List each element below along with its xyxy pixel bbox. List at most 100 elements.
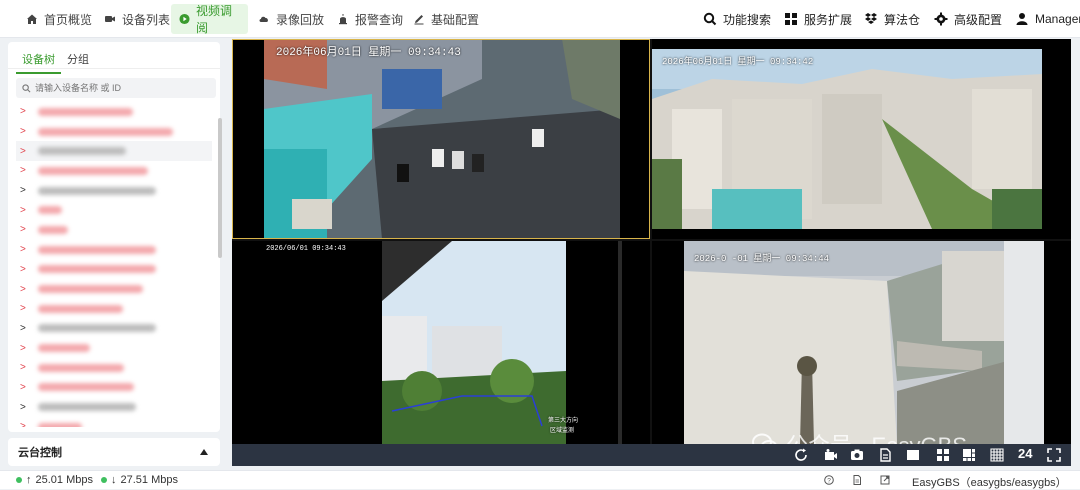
nav-user-menu[interactable]: Manager	[1007, 4, 1080, 34]
svg-text:?: ?	[827, 478, 831, 485]
fullscreen-icon[interactable]	[1047, 448, 1061, 462]
tree-node[interactable]: >	[16, 378, 212, 398]
tree-node[interactable]: >	[16, 122, 212, 142]
nav-service-extension-label: 服务扩展	[804, 12, 853, 27]
chevron-right-icon[interactable]: >	[20, 323, 28, 334]
nav-advanced-config[interactable]: 高级配置	[926, 4, 1010, 34]
chevron-right-icon[interactable]: >	[20, 205, 28, 216]
nav-device-list[interactable]: 设备列表	[96, 4, 178, 34]
nav-basic-config[interactable]: 基础配置	[405, 4, 487, 34]
chevron-right-icon[interactable]: >	[20, 303, 28, 314]
video-frame-4	[652, 241, 1071, 444]
tree-node[interactable]: >	[16, 220, 212, 240]
overlay-label-1: 第三大方向	[548, 417, 579, 424]
record-icon[interactable]	[824, 448, 838, 462]
nav-home[interactable]: 首页概览	[18, 4, 100, 34]
tree-node[interactable]: >	[16, 260, 212, 280]
tab-group[interactable]: 分组	[61, 46, 95, 74]
tree-node[interactable]: >	[16, 358, 212, 378]
ptz-control-panel[interactable]: 云台控制	[8, 438, 220, 466]
tree-node[interactable]: >	[16, 200, 212, 220]
tree-node[interactable]: >	[16, 161, 212, 181]
tree-node[interactable]: >	[16, 181, 212, 201]
layout-1-icon[interactable]	[906, 448, 920, 462]
export-icon[interactable]	[880, 475, 890, 485]
chevron-right-icon[interactable]: >	[20, 421, 28, 427]
server-info-text: EasyGBS（easygbs/easygbs）	[912, 477, 1067, 489]
help-icon[interactable]: ?	[824, 475, 834, 485]
tree-node-label-redacted	[38, 265, 156, 274]
device-search-input[interactable]	[35, 83, 205, 93]
alarm-icon	[339, 14, 347, 25]
nav-alarm-query[interactable]: 报警查询	[329, 4, 411, 34]
search-icon	[22, 83, 31, 92]
tree-node-label-redacted	[38, 344, 90, 353]
tree-node[interactable]: >	[16, 102, 212, 122]
refresh-icon[interactable]	[794, 448, 808, 462]
video-frame-1	[232, 39, 650, 239]
nav-recording-playback[interactable]: 录像回放	[250, 4, 332, 34]
nav-feature-search[interactable]: 功能搜索	[695, 4, 779, 34]
snapshot-icon[interactable]	[850, 448, 864, 462]
tree-scrollbar[interactable]	[218, 118, 222, 258]
top-nav: 首页概览 设备列表 视频调阅 录像回放 报警查询 基础配置 功能搜索 服务扩展 …	[0, 0, 1080, 38]
layout-4-icon[interactable]	[936, 448, 950, 462]
layout-16-icon[interactable]	[990, 448, 1004, 462]
video-tile-4[interactable]: 2026-0 -01 星期一 09:34:44	[652, 241, 1071, 444]
tree-node-label-redacted	[38, 285, 143, 294]
tree-node[interactable]: >	[16, 417, 212, 427]
tree-node[interactable]: >	[16, 279, 212, 299]
nav-basic-config-label: 基础配置	[431, 12, 480, 27]
status-bar: ↑ 25.01 Mbps ↓ 27.51 Mbps ? EasyGBS（easy…	[0, 470, 1080, 489]
layout-count[interactable]: 24	[1018, 446, 1032, 461]
chevron-right-icon[interactable]: >	[20, 402, 28, 413]
video-tile-1[interactable]: 2026年06月01日 星期一 09:34:43	[232, 39, 650, 239]
video-tile-2[interactable]: 2026年06月01日 星期一 09:34:42	[652, 39, 1071, 239]
tree-node-label-redacted	[38, 107, 133, 116]
caret-up-icon[interactable]	[200, 449, 208, 455]
tab-device-tree[interactable]: 设备树	[16, 46, 61, 74]
document-icon[interactable]	[852, 475, 862, 485]
tree-node-label-redacted	[38, 324, 156, 333]
chevron-right-icon[interactable]: >	[20, 264, 28, 275]
nav-video-view[interactable]: 视频调阅	[171, 4, 248, 35]
chevron-right-icon[interactable]: >	[20, 362, 28, 373]
tree-node[interactable]: >	[16, 141, 212, 162]
nav-alarm-query-label: 报警查询	[355, 12, 404, 27]
nav-feature-search-label: 功能搜索	[723, 12, 772, 27]
device-search[interactable]	[16, 78, 216, 98]
tree-node[interactable]: >	[16, 338, 212, 358]
chevron-right-icon[interactable]: >	[20, 126, 28, 137]
file-icon[interactable]	[878, 448, 892, 462]
chevron-right-icon[interactable]: >	[20, 106, 28, 117]
search-icon	[703, 12, 717, 26]
chevron-right-icon[interactable]: >	[20, 185, 28, 196]
layout-6-icon[interactable]	[962, 448, 976, 462]
chevron-right-icon[interactable]: >	[20, 382, 28, 393]
osd-timestamp-3: 2026/06/01 09:34:43	[266, 245, 346, 253]
cloud-icon	[259, 16, 268, 22]
chevron-right-icon[interactable]: >	[20, 244, 28, 255]
dropbox-icon	[865, 13, 877, 24]
video-frame-3	[232, 241, 650, 444]
tree-node-label-redacted	[38, 422, 82, 427]
osd-timestamp-4: 2026-0 -01 星期一 09:34:44	[694, 254, 830, 264]
arrow-down-icon: ↓	[111, 474, 117, 486]
chevron-right-icon[interactable]: >	[20, 146, 28, 157]
download-rate: ↓ 27.51 Mbps	[101, 474, 178, 486]
chevron-right-icon[interactable]: >	[20, 224, 28, 235]
overlay-label-2: 区域监测	[550, 427, 575, 434]
nav-algorithm-store[interactable]: 算法仓	[856, 4, 928, 34]
chevron-right-icon[interactable]: >	[20, 343, 28, 354]
tree-node[interactable]: >	[16, 240, 212, 260]
chevron-right-icon[interactable]: >	[20, 165, 28, 176]
tree-node-label-redacted	[38, 383, 134, 392]
video-tile-3[interactable]: 2026/06/01 09:34:43 第三大方向 区域监测	[232, 241, 650, 444]
nav-service-extension[interactable]: 服务扩展	[776, 4, 860, 34]
tree-node[interactable]: >	[16, 319, 212, 339]
upload-rate: ↑ 25.01 Mbps	[16, 474, 93, 486]
gear-icon	[934, 12, 948, 26]
chevron-right-icon[interactable]: >	[20, 284, 28, 295]
tree-node[interactable]: >	[16, 299, 212, 319]
tree-node[interactable]: >	[16, 397, 212, 417]
